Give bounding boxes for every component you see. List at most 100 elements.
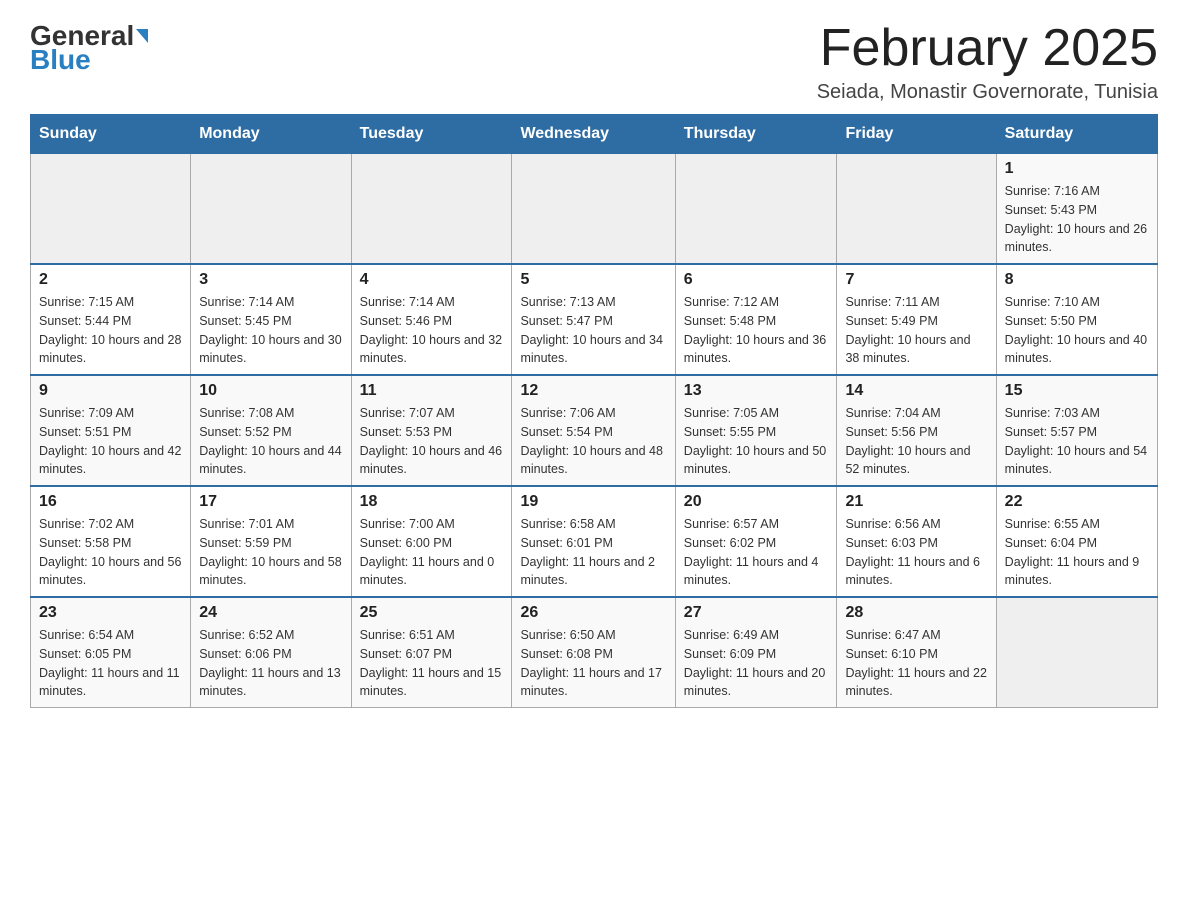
calendar-cell: 1Sunrise: 7:16 AMSunset: 5:43 PMDaylight…	[996, 154, 1157, 265]
header-day-tuesday: Tuesday	[351, 115, 512, 154]
header-day-monday: Monday	[191, 115, 351, 154]
calendar-week-row: 16 Sunrise: 7:02 AMSunset: 5:58 PMDayligh…	[31, 486, 1158, 597]
day-number: 11	[360, 382, 504, 400]
day-number: 19	[520, 493, 666, 511]
day-number: 17	[199, 493, 342, 511]
day-number: 14	[845, 382, 987, 400]
calendar-cell	[837, 154, 996, 265]
calendar-cell: 5Sunrise: 7:13 AMSunset: 5:47 PMDaylight…	[512, 264, 675, 375]
day-number: 16	[39, 493, 182, 511]
calendar-cell: 22 Sunrise: 6:55 AMSunset: 6:04 PMDayligh…	[996, 486, 1157, 597]
calendar-cell: 13 Sunrise: 7:05 AMSunset: 5:55 PMDayligh…	[675, 375, 837, 486]
calendar-cell: 25 Sunrise: 6:51 AMSunset: 6:07 PMDayligh…	[351, 597, 512, 708]
calendar-cell: 26Sunrise: 6:50 AMSunset: 6:08 PMDayligh…	[512, 597, 675, 708]
month-title: February 2025	[817, 20, 1158, 77]
day-info: Sunrise: 7:04 AMSunset: 5:56 PMDaylight:…	[845, 404, 987, 479]
day-number: 13	[684, 382, 829, 400]
day-info: Sunrise: 6:47 AMSunset: 6:10 PMDaylight:…	[845, 626, 987, 701]
day-info: Sunrise: 6:51 AMSunset: 6:07 PMDaylight:…	[360, 626, 504, 701]
calendar-cell: 6Sunrise: 7:12 AMSunset: 5:48 PMDaylight…	[675, 264, 837, 375]
day-number: 18	[360, 493, 504, 511]
calendar-cell: 18 Sunrise: 7:00 AMSunset: 6:00 PMDayligh…	[351, 486, 512, 597]
day-number: 22	[1005, 493, 1149, 511]
calendar-cell: 24 Sunrise: 6:52 AMSunset: 6:06 PMDayligh…	[191, 597, 351, 708]
day-info: Sunrise: 6:55 AMSunset: 6:04 PMDaylight:…	[1005, 515, 1149, 590]
day-number: 20	[684, 493, 829, 511]
header-day-saturday: Saturday	[996, 115, 1157, 154]
day-number: 9	[39, 382, 182, 400]
day-number: 1	[1005, 160, 1149, 178]
day-number: 3	[199, 271, 342, 289]
header-day-wednesday: Wednesday	[512, 115, 675, 154]
location-text: Seiada, Monastir Governorate, Tunisia	[817, 81, 1158, 104]
title-block: February 2025 Seiada, Monastir Governora…	[817, 20, 1158, 104]
calendar-cell: 20 Sunrise: 6:57 AMSunset: 6:02 PMDayligh…	[675, 486, 837, 597]
calendar-cell: 19 Sunrise: 6:58 AMSunset: 6:01 PMDayligh…	[512, 486, 675, 597]
day-number: 21	[845, 493, 987, 511]
calendar-cell: 3 Sunrise: 7:14 AMSunset: 5:45 PMDaylight…	[191, 264, 351, 375]
calendar-cell: 17 Sunrise: 7:01 AMSunset: 5:59 PMDayligh…	[191, 486, 351, 597]
page-header: General Blue February 2025 Seiada, Monas…	[30, 20, 1158, 104]
day-number: 2	[39, 271, 182, 289]
calendar-cell: 21Sunrise: 6:56 AMSunset: 6:03 PMDayligh…	[837, 486, 996, 597]
calendar-cell	[675, 154, 837, 265]
day-info: Sunrise: 6:52 AMSunset: 6:06 PMDaylight:…	[199, 626, 342, 701]
day-number: 27	[684, 604, 829, 622]
calendar-cell: 9 Sunrise: 7:09 AMSunset: 5:51 PMDaylight…	[31, 375, 191, 486]
calendar-cell: 4 Sunrise: 7:14 AMSunset: 5:46 PMDaylight…	[351, 264, 512, 375]
header-day-sunday: Sunday	[31, 115, 191, 154]
calendar-cell	[351, 154, 512, 265]
day-number: 28	[845, 604, 987, 622]
day-info: Sunrise: 7:13 AMSunset: 5:47 PMDaylight:…	[520, 293, 666, 368]
calendar-cell: 12 Sunrise: 7:06 AMSunset: 5:54 PMDayligh…	[512, 375, 675, 486]
day-number: 10	[199, 382, 342, 400]
day-info: Sunrise: 7:05 AMSunset: 5:55 PMDaylight:…	[684, 404, 829, 479]
calendar-cell: 8 Sunrise: 7:10 AMSunset: 5:50 PMDaylight…	[996, 264, 1157, 375]
day-info: Sunrise: 7:00 AMSunset: 6:00 PMDaylight:…	[360, 515, 504, 590]
day-number: 6	[684, 271, 829, 289]
calendar-week-row: 9 Sunrise: 7:09 AMSunset: 5:51 PMDaylight…	[31, 375, 1158, 486]
day-info: Sunrise: 6:57 AMSunset: 6:02 PMDaylight:…	[684, 515, 829, 590]
calendar-week-row: 1Sunrise: 7:16 AMSunset: 5:43 PMDaylight…	[31, 154, 1158, 265]
calendar-cell: 15 Sunrise: 7:03 AMSunset: 5:57 PMDayligh…	[996, 375, 1157, 486]
day-info: Sunrise: 7:01 AMSunset: 5:59 PMDaylight:…	[199, 515, 342, 590]
header-day-thursday: Thursday	[675, 115, 837, 154]
day-number: 24	[199, 604, 342, 622]
calendar-cell: 14 Sunrise: 7:04 AMSunset: 5:56 PMDayligh…	[837, 375, 996, 486]
day-info: Sunrise: 7:09 AMSunset: 5:51 PMDaylight:…	[39, 404, 182, 479]
calendar-header-row: SundayMondayTuesdayWednesdayThursdayFrid…	[31, 115, 1158, 154]
day-number: 23	[39, 604, 182, 622]
calendar-cell: 2 Sunrise: 7:15 AMSunset: 5:44 PMDaylight…	[31, 264, 191, 375]
day-info: Sunrise: 7:08 AMSunset: 5:52 PMDaylight:…	[199, 404, 342, 479]
logo: General Blue	[30, 20, 148, 76]
day-info: Sunrise: 7:14 AMSunset: 5:46 PMDaylight:…	[360, 293, 504, 368]
calendar-cell: 16 Sunrise: 7:02 AMSunset: 5:58 PMDayligh…	[31, 486, 191, 597]
calendar-week-row: 23Sunrise: 6:54 AMSunset: 6:05 PMDayligh…	[31, 597, 1158, 708]
day-info: Sunrise: 7:15 AMSunset: 5:44 PMDaylight:…	[39, 293, 182, 368]
calendar-cell: 7Sunrise: 7:11 AMSunset: 5:49 PMDaylight…	[837, 264, 996, 375]
calendar-table: SundayMondayTuesdayWednesdayThursdayFrid…	[30, 114, 1158, 708]
day-number: 8	[1005, 271, 1149, 289]
day-number: 15	[1005, 382, 1149, 400]
calendar-cell: 23Sunrise: 6:54 AMSunset: 6:05 PMDayligh…	[31, 597, 191, 708]
day-info: Sunrise: 7:10 AMSunset: 5:50 PMDaylight:…	[1005, 293, 1149, 368]
calendar-cell	[512, 154, 675, 265]
day-info: Sunrise: 7:02 AMSunset: 5:58 PMDaylight:…	[39, 515, 182, 590]
day-info: Sunrise: 6:49 AMSunset: 6:09 PMDaylight:…	[684, 626, 829, 701]
day-number: 4	[360, 271, 504, 289]
calendar-cell: 10 Sunrise: 7:08 AMSunset: 5:52 PMDayligh…	[191, 375, 351, 486]
logo-arrow-icon	[136, 29, 148, 43]
day-info: Sunrise: 7:06 AMSunset: 5:54 PMDaylight:…	[520, 404, 666, 479]
calendar-week-row: 2 Sunrise: 7:15 AMSunset: 5:44 PMDaylight…	[31, 264, 1158, 375]
header-day-friday: Friday	[837, 115, 996, 154]
day-number: 12	[520, 382, 666, 400]
day-info: Sunrise: 7:14 AMSunset: 5:45 PMDaylight:…	[199, 293, 342, 368]
calendar-cell	[31, 154, 191, 265]
day-info: Sunrise: 6:58 AMSunset: 6:01 PMDaylight:…	[520, 515, 666, 590]
calendar-cell: 28 Sunrise: 6:47 AMSunset: 6:10 PMDayligh…	[837, 597, 996, 708]
calendar-cell: 27 Sunrise: 6:49 AMSunset: 6:09 PMDayligh…	[675, 597, 837, 708]
day-info: Sunrise: 7:03 AMSunset: 5:57 PMDaylight:…	[1005, 404, 1149, 479]
calendar-cell	[996, 597, 1157, 708]
day-info: Sunrise: 7:07 AMSunset: 5:53 PMDaylight:…	[360, 404, 504, 479]
day-number: 25	[360, 604, 504, 622]
